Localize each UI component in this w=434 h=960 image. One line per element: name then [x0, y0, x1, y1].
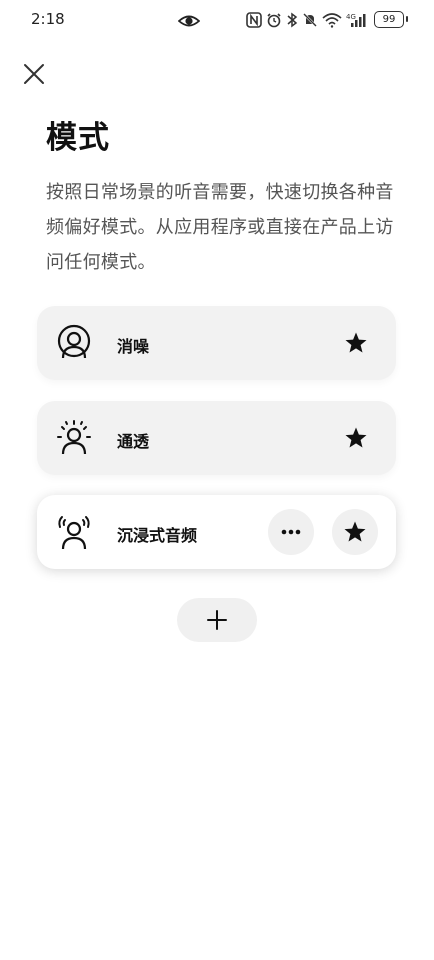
status-time: 2:18 [31, 10, 65, 28]
star-icon [344, 521, 366, 542]
battery-icon: 99 [374, 11, 408, 28]
favorite-button[interactable] [344, 426, 368, 450]
add-mode-button[interactable] [177, 598, 257, 642]
star-icon [345, 427, 367, 448]
transparency-icon [54, 418, 94, 458]
silent-icon [302, 12, 318, 28]
status-icons: 4G 99 [246, 11, 408, 28]
more-button[interactable] [268, 509, 314, 555]
favorite-button[interactable] [344, 331, 368, 355]
more-icon [281, 529, 301, 535]
svg-text:4G: 4G [346, 13, 356, 21]
immersive-audio-icon [54, 512, 94, 552]
favorite-button[interactable] [332, 509, 378, 555]
bluetooth-icon [286, 12, 298, 28]
signal-icon: 4G [346, 12, 366, 28]
eye-icon [177, 11, 201, 31]
close-icon [24, 64, 44, 84]
wifi-icon [322, 12, 342, 28]
mode-label: 沉浸式音频 [117, 526, 198, 545]
mode-label: 通透 [117, 432, 150, 451]
status-bar: 2:18 4G 99 [0, 0, 434, 42]
star-icon [345, 332, 367, 353]
mode-card-transparency[interactable]: 通透 [37, 401, 396, 475]
page-title: 模式 [46, 120, 110, 156]
mode-card-noise-cancelling[interactable]: 消噪 [37, 306, 396, 380]
close-button[interactable] [16, 56, 52, 92]
plus-icon [207, 610, 227, 630]
page-description: 按照日常场景的听音需要，快速切换各种音频偏好模式。从应用程序或直接在产品上访问任… [46, 182, 394, 273]
noise-cancelling-icon [54, 323, 94, 363]
mode-card-immersive-audio[interactable]: 沉浸式音频 [37, 495, 396, 569]
alarm-icon [266, 12, 282, 28]
nfc-icon [246, 11, 262, 28]
mode-label: 消噪 [117, 337, 150, 356]
